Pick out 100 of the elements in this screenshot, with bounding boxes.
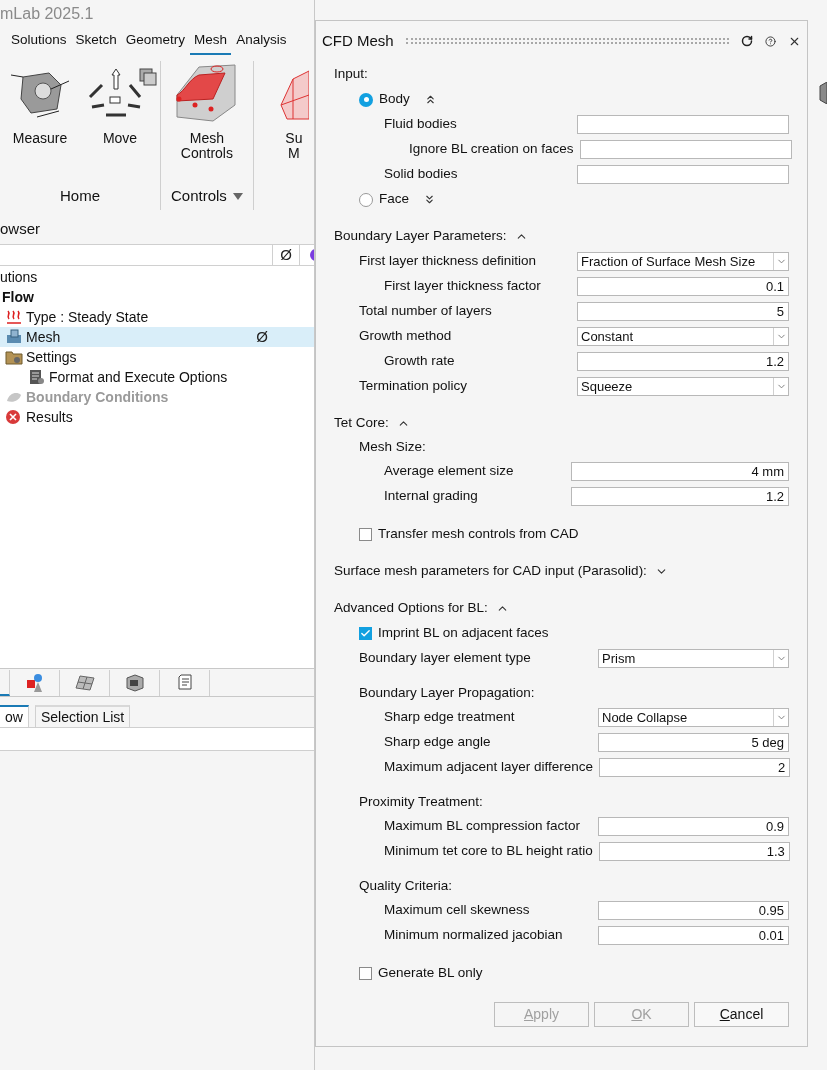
ribbon-tool[interactable]: Su M <box>253 61 314 208</box>
field-label: Growth method <box>359 327 453 346</box>
icon-tab[interactable] <box>0 670 10 696</box>
tree-label: Format and Execute Options <box>49 367 228 387</box>
input-field[interactable] <box>577 165 789 184</box>
checkbox[interactable] <box>359 967 372 980</box>
app-title: mLab 2025.1 <box>0 3 94 24</box>
error-icon <box>5 409 23 425</box>
dropdown[interactable]: Squeeze <box>577 377 789 396</box>
tree-label: Boundary Conditions <box>26 387 169 407</box>
tree-label: Type : Steady State <box>26 307 149 327</box>
folder-icon <box>5 349 23 365</box>
dropdown-arrow-icon[interactable] <box>232 192 243 200</box>
field-value: 0.1 <box>765 277 784 296</box>
tree-label: Settings <box>26 347 77 367</box>
dropdown[interactable]: Fraction of Surface Mesh Size <box>577 252 789 271</box>
panel-title: owser <box>0 218 40 239</box>
group-heading: Boundary Layer Propagation: <box>359 684 535 703</box>
expand-icon[interactable] <box>423 193 436 206</box>
section-title: Tet Core: <box>334 414 389 433</box>
field-label: First layer thickness definition <box>359 252 538 271</box>
dropdown-value: Node Collapse <box>601 708 689 727</box>
reset-icon[interactable] <box>741 35 753 47</box>
tree-label: utions <box>0 267 38 287</box>
field-value: 5 <box>776 302 784 321</box>
checkbox[interactable] <box>359 627 372 640</box>
tree-item[interactable]: Flow <box>0 287 314 307</box>
check-icon <box>360 628 371 639</box>
panel-tab[interactable]: Selection List <box>34 705 131 727</box>
checkbox[interactable] <box>359 528 372 541</box>
tree-item[interactable]: utions <box>0 267 314 287</box>
tree-item[interactable]: Results <box>0 407 314 427</box>
field-label: Fluid bodies <box>384 115 458 134</box>
group-heading: Proximity Treatment: <box>359 793 483 812</box>
input-field[interactable]: 2 <box>599 758 791 777</box>
input-field[interactable] <box>579 140 792 159</box>
field-label: Average element size <box>384 462 515 481</box>
input-field[interactable]: 1.2 <box>577 352 789 371</box>
field-value: 1.2 <box>765 487 784 506</box>
shapes-icon <box>25 673 44 693</box>
dropdown-value: Fraction of Surface Mesh Size <box>580 252 757 271</box>
ribbon-tool[interactable]: Move <box>80 61 160 184</box>
input-field[interactable] <box>577 115 789 134</box>
status-symbol: Ø <box>256 326 268 347</box>
ribbon-tab[interactable]: Analysis <box>232 28 291 55</box>
dropdown[interactable]: Prism <box>598 649 789 668</box>
ribbon-tab[interactable]: Solutions <box>7 28 71 55</box>
dropdown-value: Prism <box>601 649 637 668</box>
input-field[interactable]: 5 deg <box>598 733 789 752</box>
input-field[interactable]: 0.1 <box>577 277 789 296</box>
checkbox-label: Transfer mesh controls from CAD <box>378 525 579 544</box>
input-field[interactable]: 1.2 <box>571 487 789 506</box>
part-icon <box>818 82 827 104</box>
field-label: Maximum BL compression factor <box>384 817 582 836</box>
tree-label: Flow <box>2 287 34 307</box>
input-field[interactable]: 0.9 <box>598 817 789 836</box>
radio-label: Body <box>379 90 410 109</box>
field-label: Maximum adjacent layer difference <box>384 758 594 777</box>
ribbon-tab[interactable]: Mesh <box>190 28 232 55</box>
radio-label: Face <box>379 190 409 209</box>
tree-item[interactable]: Format and Execute Options <box>0 367 314 387</box>
panel-tab[interactable]: ow <box>0 705 29 727</box>
group-heading: Quality Criteria: <box>359 877 453 896</box>
dropdown[interactable]: Constant <box>577 327 789 346</box>
tree-item[interactable]: Mesh Ø <box>0 327 314 347</box>
field-label: Solid bodies <box>384 165 459 184</box>
field-label: Boundary layer element type <box>359 649 532 668</box>
heat-icon <box>5 309 23 325</box>
radio-button[interactable] <box>359 192 373 207</box>
tree-label: Mesh <box>26 327 61 347</box>
section-title: Surface mesh parameters for CAD input (Parasolid): <box>334 562 647 581</box>
field-value: 0.01 <box>758 926 784 945</box>
ribbon-tab[interactable]: Geometry <box>121 28 190 55</box>
field-value: 2 <box>777 758 786 777</box>
dropdown-value: Squeeze <box>580 377 634 396</box>
field-label: Total number of layers <box>359 302 493 321</box>
field-label: Sharp edge treatment <box>384 708 516 727</box>
tool-label: Measure <box>12 131 68 146</box>
dropdown[interactable]: Node Collapse <box>598 708 789 727</box>
tool-label: Move <box>102 131 138 146</box>
radio-button[interactable] <box>359 92 373 107</box>
help-icon[interactable] <box>765 35 776 47</box>
field-label: Minimum normalized jacobian <box>384 926 564 945</box>
ribbon-tool[interactable]: Measure <box>0 61 80 184</box>
mesh-block-drawing <box>174 61 239 125</box>
input-field[interactable]: 0.01 <box>598 926 789 945</box>
tree-item[interactable]: Settings <box>0 347 314 367</box>
input-field[interactable]: 5 <box>577 302 789 321</box>
script-icon <box>176 673 193 693</box>
tree-item[interactable]: Type : Steady State <box>0 307 314 327</box>
ribbon-tab[interactable]: Sketch <box>71 28 121 55</box>
input-field[interactable]: 4 mm <box>571 462 789 481</box>
field-value: 4 mm <box>751 462 784 481</box>
input-field[interactable]: 1.3 <box>598 842 790 861</box>
dialog-button[interactable]: Cancel <box>694 1002 789 1027</box>
checkbox-label: Generate BL only <box>378 964 483 983</box>
input-field[interactable]: 0.95 <box>598 901 789 920</box>
surface-icon <box>74 674 95 692</box>
ribbon-tool[interactable]: Mesh Controls <box>166 61 247 184</box>
drag-handle[interactable] <box>405 38 729 44</box>
